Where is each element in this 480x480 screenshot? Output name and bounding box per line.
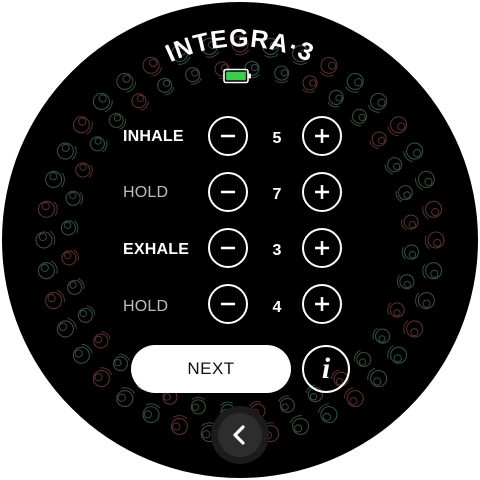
hold-1-decrease-button[interactable] <box>208 172 248 212</box>
pattern-motif <box>92 367 113 388</box>
pattern-motif <box>56 142 77 161</box>
pattern-motif <box>93 331 111 349</box>
svg-text:INTEGRA·3: INTEGRA·3 <box>161 24 318 67</box>
pattern-motif <box>353 350 372 368</box>
pattern-motif <box>401 244 420 260</box>
pattern-motif <box>112 353 130 372</box>
pattern-motif <box>369 131 387 149</box>
pattern-motif <box>170 415 188 435</box>
pattern-motif <box>37 260 58 280</box>
plus-icon <box>315 241 329 255</box>
app-title-text: INTEGRA·3 <box>161 24 317 67</box>
inhale-increase-button[interactable] <box>302 116 342 156</box>
pattern-motif <box>289 415 310 435</box>
hold-2-value: 4 <box>272 299 282 316</box>
pattern-motif <box>72 343 93 364</box>
minus-icon <box>221 134 235 138</box>
watch-screen: INTEGRA·3 INHALE 5 HOLD 7 EXHALE 3 HOLD … <box>0 0 480 480</box>
pattern-motif <box>424 231 445 250</box>
next-button[interactable]: NEXT <box>131 345 291 393</box>
back-button[interactable] <box>211 406 269 464</box>
minus-icon <box>221 190 235 194</box>
hold-2-increase-button[interactable] <box>302 284 342 324</box>
plus-icon <box>315 129 329 143</box>
back-button-inner <box>218 413 262 457</box>
minus-icon <box>221 302 235 306</box>
pattern-motif <box>395 185 413 202</box>
pattern-motif <box>387 345 408 364</box>
pattern-motif <box>56 317 77 338</box>
pattern-motif <box>387 302 405 318</box>
pattern-motif <box>387 116 408 137</box>
hold-2-decrease-button[interactable] <box>208 284 248 324</box>
pattern-motif <box>142 403 161 424</box>
pattern-motif <box>61 249 79 266</box>
pattern-motif <box>278 395 295 413</box>
pattern-motif <box>89 136 108 153</box>
pattern-motif <box>396 274 415 290</box>
pattern-motif <box>403 142 424 163</box>
pattern-motif <box>65 190 84 206</box>
hold-1-increase-button[interactable] <box>302 172 342 212</box>
hold-2-label: HOLD <box>123 298 169 315</box>
pattern-motif <box>67 278 85 295</box>
pattern-motif <box>45 289 65 310</box>
exhale-increase-button[interactable] <box>302 228 342 268</box>
pattern-motif <box>108 112 127 130</box>
pattern-motif <box>45 170 65 188</box>
pattern-motif <box>92 92 113 113</box>
pattern-motif <box>35 230 56 249</box>
hold-1-value: 7 <box>272 186 282 203</box>
inhale-label: INHALE <box>123 128 184 145</box>
hold-1-label: HOLD <box>123 184 169 201</box>
pattern-motif <box>403 319 424 338</box>
pattern-motif <box>317 403 338 424</box>
pattern-motif <box>116 387 135 408</box>
pattern-motif <box>327 89 344 108</box>
pattern-motif <box>415 292 435 310</box>
watch-face: INTEGRA·3 INHALE 5 HOLD 7 EXHALE 3 HOLD … <box>2 2 478 478</box>
info-button[interactable]: i <box>302 345 350 393</box>
pattern-motif <box>60 220 79 236</box>
pattern-motif <box>415 170 435 191</box>
pattern-motif <box>401 214 419 231</box>
minus-icon <box>221 246 235 250</box>
pattern-motif <box>372 327 391 344</box>
pattern-motif <box>77 305 96 323</box>
pattern-motif <box>343 387 364 408</box>
pattern-motif <box>422 200 443 220</box>
pattern-motif <box>190 396 206 415</box>
exhale-label: EXHALE <box>123 241 190 258</box>
pattern-motif <box>367 367 388 388</box>
pattern-motif <box>350 108 368 127</box>
pattern-motif <box>72 116 93 135</box>
pattern-motif <box>37 200 58 218</box>
info-icon: i <box>321 352 331 385</box>
exhale-value: 3 <box>272 242 282 259</box>
pattern-motif <box>131 93 149 111</box>
inhale-decrease-button[interactable] <box>208 116 248 156</box>
pattern-motif <box>422 262 443 280</box>
pattern-motif <box>384 157 403 175</box>
plus-icon <box>315 185 329 199</box>
chevron-left-icon <box>233 425 245 445</box>
pattern-motif <box>75 162 93 178</box>
plus-icon <box>315 297 329 311</box>
pattern-motif <box>367 92 388 113</box>
inhale-value: 5 <box>272 130 282 147</box>
battery-icon <box>223 68 251 84</box>
exhale-decrease-button[interactable] <box>208 228 248 268</box>
